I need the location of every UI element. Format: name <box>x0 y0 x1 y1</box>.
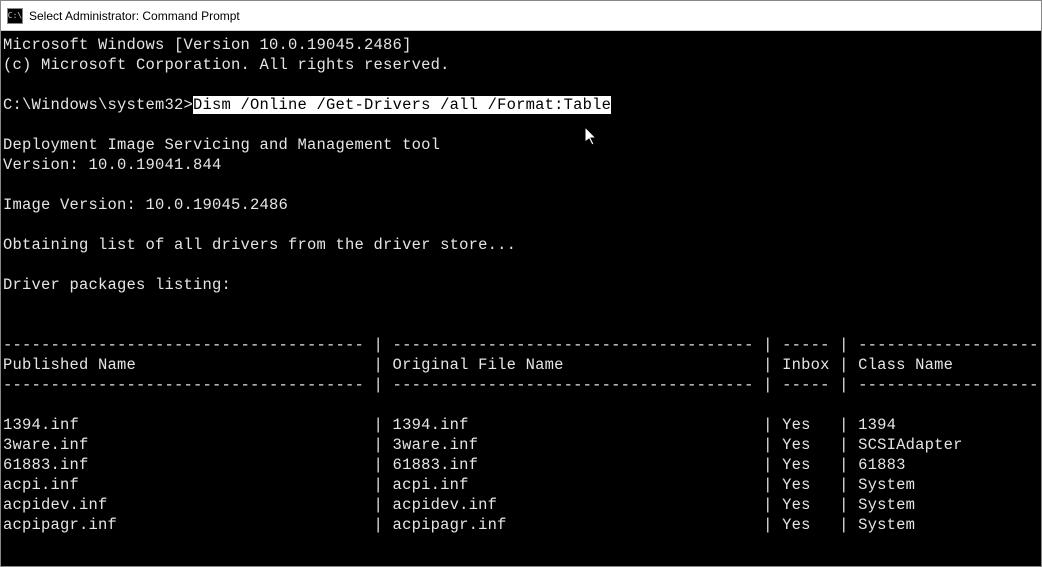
dism-version-line: Version: 10.0.19041.844 <box>3 156 222 174</box>
table-rule: -------------------------------------- |… <box>3 376 1041 394</box>
packages-listing-line: Driver packages listing: <box>3 276 231 294</box>
copyright-line: (c) Microsoft Corporation. All rights re… <box>3 56 450 74</box>
table-row: acpipagr.inf | acpipagr.inf | Yes | Syst… <box>3 516 1041 534</box>
window-title: Select Administrator: Command Prompt <box>29 9 240 23</box>
obtaining-line: Obtaining list of all drivers from the d… <box>3 236 516 254</box>
table-row: acpi.inf | acpi.inf | Yes | System | <box>3 476 1041 494</box>
dism-tool-line: Deployment Image Servicing and Managemen… <box>3 136 440 154</box>
titlebar[interactable]: C:\ Select Administrator: Command Prompt <box>1 1 1041 31</box>
cmd-icon: C:\ <box>7 8 23 24</box>
image-version-line: Image Version: 10.0.19045.2486 <box>3 196 288 214</box>
table-row: 61883.inf | 61883.inf | Yes | 61883 | <box>3 456 1041 474</box>
terminal-output[interactable]: Microsoft Windows [Version 10.0.19045.24… <box>1 31 1041 566</box>
table-row: 3ware.inf | 3ware.inf | Yes | SCSIAdapte… <box>3 436 1041 454</box>
table-row: acpidev.inf | acpidev.inf | Yes | System… <box>3 496 1041 514</box>
prompt-prefix: C:\Windows\system32> <box>3 96 193 114</box>
mouse-cursor-icon <box>585 127 601 147</box>
table-row: 1394.inf | 1394.inf | Yes | 1394 | <box>3 416 1041 434</box>
table-header: Published Name | Original File Name | In… <box>3 356 1041 374</box>
command-text: Dism /Online /Get-Drivers /all /Format:T… <box>193 96 611 114</box>
os-version-line: Microsoft Windows [Version 10.0.19045.24… <box>3 36 412 54</box>
table-rule: -------------------------------------- |… <box>3 336 1041 354</box>
